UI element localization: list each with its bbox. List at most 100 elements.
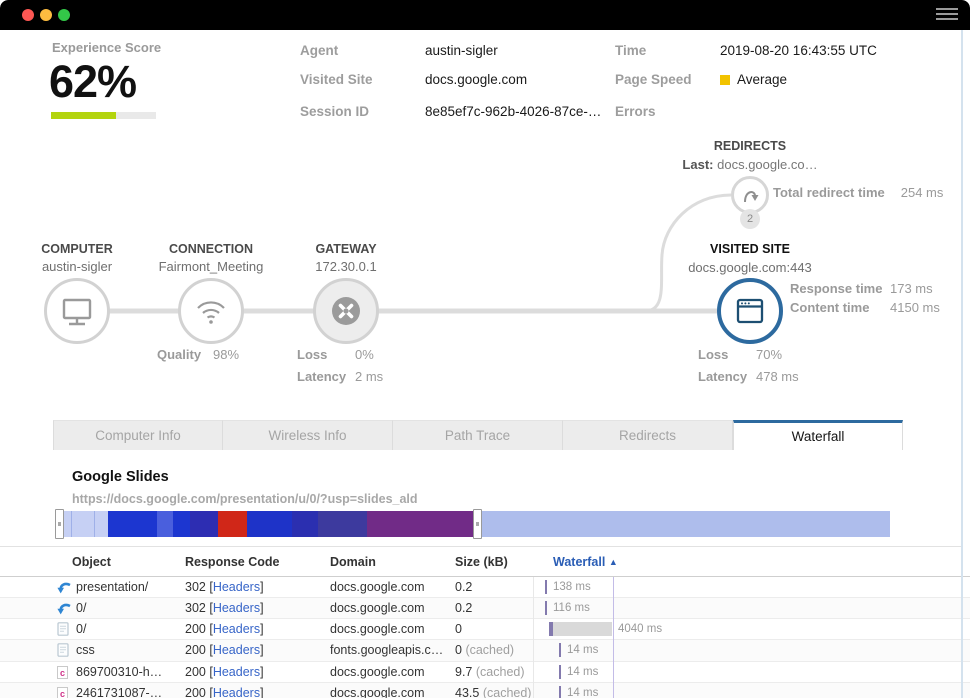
table-header: Object Response Code Domain Size (kB) Wa… — [0, 547, 970, 577]
headers-link[interactable]: Headers — [213, 622, 260, 636]
column-response-code[interactable]: Response Code — [185, 555, 279, 569]
redirect-arrow-icon — [739, 184, 761, 206]
minimize-window-button[interactable] — [40, 9, 52, 21]
domain: docs.google.com — [330, 683, 425, 698]
column-domain[interactable]: Domain — [330, 555, 376, 569]
page-speed-indicator — [720, 75, 730, 85]
gateway-node[interactable] — [313, 278, 379, 344]
connection-subtitle: Fairmont_Meeting — [159, 259, 264, 274]
minimap-handle-left[interactable] — [55, 509, 64, 539]
response-code: 302 [Headers] — [185, 598, 264, 618]
browser-icon — [733, 294, 767, 328]
table-row[interactable]: 0/ 200 [Headers] docs.google.com 0 4040 … — [0, 619, 970, 640]
column-waterfall[interactable]: Waterfall ▲ — [553, 555, 618, 569]
visited-site-title: VISITED SITE — [710, 242, 790, 256]
menu-icon[interactable] — [936, 8, 958, 22]
experience-score-bar — [51, 112, 156, 119]
response-code: 302 [Headers] — [185, 577, 264, 597]
response-code: 200 [Headers] — [185, 619, 264, 639]
size: 0.2 — [455, 598, 472, 618]
headers-link[interactable]: Headers — [213, 643, 260, 657]
tab-computer-info[interactable]: Computer Info — [53, 420, 223, 450]
redirect-icon — [57, 580, 71, 600]
object-name: 0/ — [76, 598, 86, 618]
diagram-connectors — [0, 130, 970, 410]
table-row[interactable]: presentation/ 302 [Headers] docs.google.… — [0, 577, 970, 598]
field-visited-site: Visited Site docs.google.com — [300, 72, 527, 87]
object-name: 2461731087-… — [76, 683, 162, 698]
table-row[interactable]: 0/ 302 [Headers] docs.google.com 0.2 116… — [0, 598, 970, 619]
domain: docs.google.com — [330, 662, 425, 682]
total-redirect-time: Total redirect time 254 ms — [773, 185, 943, 200]
visited-site-time-stats: Response time173 ms Content time4150 ms — [790, 281, 940, 322]
visited-site-subtitle: docs.google.com:443 — [688, 260, 812, 275]
request-rows: presentation/ 302 [Headers] docs.google.… — [0, 577, 970, 698]
tab-wireless-info[interactable]: Wireless Info — [223, 420, 393, 450]
redirect-icon — [57, 601, 71, 621]
monitor-icon — [59, 294, 95, 328]
headers-link[interactable]: Headers — [213, 601, 260, 615]
tab-waterfall[interactable]: Waterfall — [733, 420, 903, 450]
gateway-stats: Loss0% Latency2 ms — [297, 347, 383, 391]
document-icon — [57, 643, 69, 663]
tab-bar: Computer Info Wireless Info Path Trace R… — [53, 420, 903, 450]
domain: docs.google.com — [330, 619, 425, 639]
headers-link[interactable]: Headers — [213, 665, 260, 679]
field-session-id: Session ID 8e85ef7c-962b-4026-87ce-… — [300, 104, 601, 119]
field-time: Time 2019-08-20 16:43:55 UTC — [615, 43, 877, 58]
size: 0.2 — [455, 577, 472, 597]
object-name: 869700310-h… — [76, 662, 162, 682]
scrollbar-track[interactable] — [961, 30, 963, 698]
column-object[interactable]: Object — [72, 555, 111, 569]
size: 0 — [455, 619, 462, 639]
domain: docs.google.com — [330, 598, 425, 618]
table-row[interactable]: css 200 [Headers] fonts.googleapis.c… 0 … — [0, 640, 970, 661]
document-icon — [57, 622, 69, 642]
tab-redirects[interactable]: Redirects — [563, 420, 733, 450]
sort-arrow-icon: ▲ — [609, 557, 618, 567]
size: 0 (cached) — [455, 640, 514, 660]
field-errors: Errors — [615, 104, 720, 119]
zoom-window-button[interactable] — [58, 9, 70, 21]
connection-title: CONNECTION — [169, 242, 253, 256]
waterfall-minimap — [57, 511, 890, 537]
response-code: 200 [Headers] — [185, 640, 264, 660]
close-window-button[interactable] — [22, 9, 34, 21]
field-page-speed: Page Speed Average — [615, 72, 787, 87]
minimap-handle-right[interactable] — [473, 509, 482, 539]
response-code: 200 [Headers] — [185, 662, 264, 682]
waterfall-gridline-marker — [613, 577, 614, 698]
tab-path-trace[interactable]: Path Trace — [393, 420, 563, 450]
computer-node[interactable] — [44, 278, 110, 344]
connection-stats: Quality98% — [157, 347, 239, 369]
titlebar — [0, 0, 970, 30]
column-size[interactable]: Size (kB) — [455, 555, 508, 569]
wifi-icon — [194, 297, 228, 325]
visited-site-node[interactable] — [717, 278, 783, 344]
experience-score-value: 62% — [49, 56, 136, 108]
table-row[interactable]: c 869700310-h… 200 [Headers] docs.google… — [0, 662, 970, 683]
experience-score-label: Experience Score — [52, 40, 161, 55]
headers-link[interactable]: Headers — [213, 686, 260, 698]
connection-node[interactable] — [178, 278, 244, 344]
page-url: https://docs.google.com/presentation/u/0… — [72, 492, 418, 506]
object-name: 0/ — [76, 619, 86, 639]
computer-title: COMPUTER — [41, 242, 113, 256]
score-bar-fill — [51, 112, 116, 119]
redirects-title: REDIRECTS — [714, 139, 786, 153]
table-row[interactable]: c 2461731087-… 200 [Headers] docs.google… — [0, 683, 970, 698]
gateway-title: GATEWAY — [315, 242, 376, 256]
visited-site-stats: Loss70% Latency478 ms — [698, 347, 799, 391]
css-file-icon: c — [57, 683, 68, 698]
domain: docs.google.com — [330, 577, 425, 597]
size: 9.7 (cached) — [455, 662, 525, 682]
size: 43.5 (cached) — [455, 683, 531, 698]
domain: fonts.googleapis.c… — [330, 640, 443, 660]
object-name: css — [76, 640, 95, 660]
field-agent: Agent austin-sigler — [300, 43, 498, 58]
gateway-subtitle: 172.30.0.1 — [315, 259, 376, 274]
router-icon — [329, 294, 363, 328]
redirects-last: Last: docs.google.co… — [682, 157, 817, 172]
page-title: Google Slides — [72, 469, 169, 485]
headers-link[interactable]: Headers — [213, 580, 260, 594]
